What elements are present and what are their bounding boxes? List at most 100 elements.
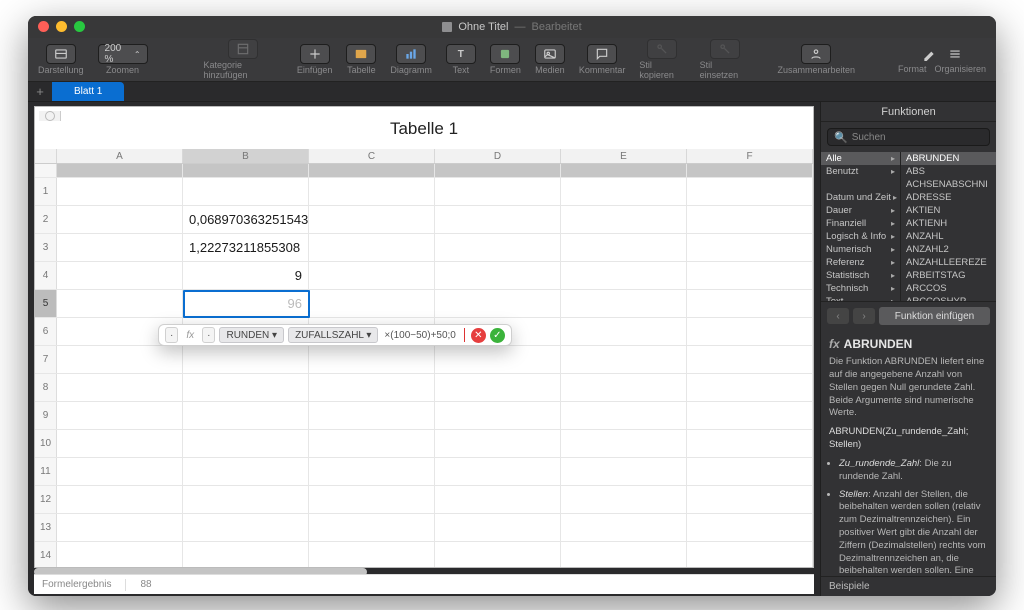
copystyle-label: Stil kopieren [639, 60, 685, 80]
collaborate-button[interactable] [801, 44, 831, 64]
status-label: Formelergebnis [42, 579, 111, 590]
inspector-title: Funktionen [821, 102, 996, 122]
nav-prev[interactable]: ‹ [827, 308, 849, 324]
col-B[interactable]: B [183, 149, 309, 163]
function-list[interactable]: ABRUNDEN ABS ACHSENABSCHNI ADRESSE AKTIE… [901, 152, 996, 301]
desc-arg-a: Zu_rundende_Zahl: Die zu rundende Zahl. [839, 458, 988, 484]
organize-button[interactable] [946, 46, 964, 62]
canvas: Tabelle 1 A B C D E F 1 [28, 102, 820, 596]
view-button[interactable] [46, 44, 76, 64]
fn-aktienh[interactable]: AKTIENH [901, 217, 996, 230]
fn-achsen[interactable]: ACHSENABSCHNI [901, 178, 996, 191]
token-runden[interactable]: RUNDEN ▾ [219, 327, 284, 343]
zoom-value: 200 % [105, 43, 130, 65]
fn-aktien[interactable]: AKTIEN [901, 204, 996, 217]
text-button[interactable]: T [446, 44, 476, 64]
sheet-tab[interactable]: Blatt 1 [52, 82, 124, 101]
cat-finanziell[interactable]: Finanziell▸ [821, 217, 900, 230]
rowhead-7[interactable]: 7 [35, 346, 57, 373]
rowhead-2[interactable]: 2 [35, 206, 57, 233]
cat-logisch[interactable]: Logisch & Info▸ [821, 230, 900, 243]
organize-label: Organisieren [934, 64, 986, 74]
fn-arccos[interactable]: ARCCOS [901, 282, 996, 295]
search-input[interactable]: 🔍 Suchen [827, 128, 990, 146]
rowhead-3[interactable]: 3 [35, 234, 57, 261]
table-button[interactable] [346, 44, 376, 64]
formula-dropdown[interactable]: · [202, 327, 215, 343]
fn-arbeitstag[interactable]: ARBEITSTAG [901, 269, 996, 282]
formula-cancel-button[interactable]: ✕ [471, 328, 486, 343]
nav-next[interactable]: › [853, 308, 875, 324]
cat-dauer[interactable]: Dauer▸ [821, 204, 900, 217]
table-title[interactable]: Tabelle 1 [35, 107, 813, 149]
fn-abrunden[interactable]: ABRUNDEN [901, 152, 996, 165]
rowhead-5[interactable]: 5 [35, 290, 57, 317]
rowhead-8[interactable]: 8 [35, 374, 57, 401]
rowhead-9[interactable]: 9 [35, 402, 57, 429]
cell-B3[interactable]: 1,22273211855308 [183, 234, 309, 261]
cell-B2[interactable]: 0,068970363251543 [183, 206, 309, 233]
col-D[interactable]: D [435, 149, 561, 163]
zoom-select[interactable]: 200 %⌃ [98, 44, 148, 64]
add-category-button [228, 39, 258, 59]
pastestyle-button [710, 39, 740, 59]
fn-arccoshyp[interactable]: ARCCOSHYP [901, 295, 996, 301]
fn-adresse[interactable]: ADRESSE [901, 191, 996, 204]
rowhead-6[interactable]: 6 [35, 318, 57, 345]
fn-anzahlleer[interactable]: ANZAHLLEEREZE [901, 256, 996, 269]
cat-statistisch[interactable]: Statistisch▸ [821, 269, 900, 282]
collab-group: Zusammenarbeiten [777, 44, 855, 75]
comment-button[interactable] [587, 44, 617, 64]
text-label: Text [453, 65, 470, 75]
chart-button[interactable] [396, 44, 426, 64]
rowhead-13[interactable]: 13 [35, 514, 57, 541]
table-corner[interactable] [39, 111, 61, 121]
function-description: fxABRUNDEN Die Funktion ABRUNDEN liefert… [821, 330, 996, 576]
col-E[interactable]: E [561, 149, 687, 163]
col-C[interactable]: C [309, 149, 435, 163]
formula-accept-button[interactable]: ✓ [490, 328, 505, 343]
fn-anzahl[interactable]: ANZAHL [901, 230, 996, 243]
rowhead-11[interactable]: 11 [35, 458, 57, 485]
cell-B5[interactable]: 96 [183, 290, 309, 317]
cat-alle[interactable]: Alle▸ [821, 152, 900, 165]
col-A[interactable]: A [57, 149, 183, 163]
formula-size-toggle[interactable]: · [165, 327, 178, 343]
shape-button[interactable] [490, 44, 520, 64]
insert-button[interactable] [300, 44, 330, 64]
cat-numerisch[interactable]: Numerisch▸ [821, 243, 900, 256]
dash: — [514, 21, 525, 33]
formula-tail[interactable]: ×(100−50)+50;0 [382, 330, 457, 341]
rowhead-4[interactable]: 4 [35, 262, 57, 289]
cat-referenz[interactable]: Referenz▸ [821, 256, 900, 269]
rowhead-10[interactable]: 10 [35, 430, 57, 457]
formula-editor[interactable]: · fx · RUNDEN ▾ ZUFALLSZAHL ▾ ×(100−50)+… [158, 324, 512, 346]
add-sheet-button[interactable]: + [28, 82, 52, 101]
category-list[interactable]: Alle▸ Benutzt▸ Datum und Zeit▸ Dauer▸ Fi… [821, 152, 901, 301]
cat-datum[interactable]: Datum und Zeit▸ [821, 191, 900, 204]
caret [464, 328, 465, 342]
rowhead-12[interactable]: 12 [35, 486, 57, 513]
cat-technisch[interactable]: Technisch▸ [821, 282, 900, 295]
fn-anzahl2[interactable]: ANZAHL2 [901, 243, 996, 256]
rowhead-1[interactable]: 1 [35, 178, 57, 205]
collab-label: Zusammenarbeiten [777, 65, 855, 75]
insert-function-button[interactable]: Funktion einfügen [879, 307, 990, 325]
cat-benutzt[interactable]: Benutzt▸ [821, 165, 900, 178]
close-icon[interactable] [38, 21, 49, 32]
toolbar: Darstellung 200 %⌃ Zoomen Kategorie hinz… [28, 38, 996, 82]
fx-icon: fx [182, 330, 198, 341]
rowhead-14[interactable]: 14 [35, 542, 57, 568]
format-button[interactable] [920, 46, 938, 62]
text-group: T Text [446, 44, 476, 75]
zoom-icon[interactable] [74, 21, 85, 32]
row-4: 4 9 [35, 262, 813, 290]
cat-text[interactable]: Text▸ [821, 295, 900, 301]
cell-B4[interactable]: 9 [183, 262, 309, 289]
token-zufallszahl[interactable]: ZUFALLSZAHL ▾ [288, 327, 378, 343]
minimize-icon[interactable] [56, 21, 67, 32]
row-1: 1 [35, 178, 813, 206]
media-button[interactable] [535, 44, 565, 64]
fn-abs[interactable]: ABS [901, 165, 996, 178]
col-F[interactable]: F [687, 149, 813, 163]
